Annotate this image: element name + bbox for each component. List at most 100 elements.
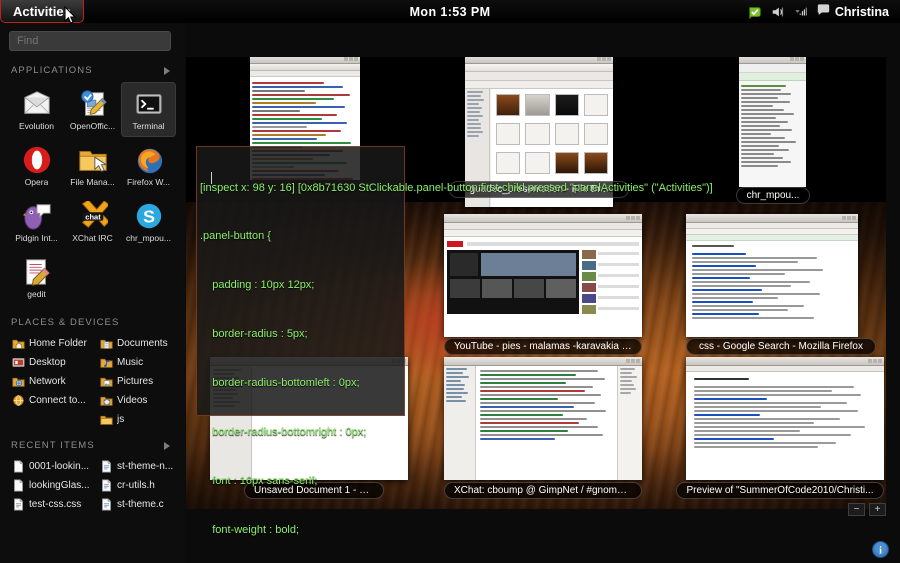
place-item-videos[interactable]: Videos — [97, 391, 183, 409]
app-item-pidgin[interactable]: Pidgin Int... — [9, 194, 64, 249]
place-item-pictures[interactable]: Pictures — [97, 372, 183, 390]
volume-icon[interactable] — [771, 5, 785, 19]
search-input[interactable] — [9, 31, 171, 51]
network-signal-icon[interactable] — [794, 5, 808, 19]
accessibility-ok-icon[interactable] — [748, 5, 762, 19]
chevron-right-icon[interactable] — [164, 66, 170, 75]
home-folder-icon — [12, 339, 25, 349]
place-label: js — [117, 413, 125, 425]
recent-item-3[interactable]: cr-utils.h — [97, 476, 183, 494]
recent-label: st-theme-n... — [117, 460, 174, 472]
places-section-header: PLACES & DEVICES — [11, 317, 174, 328]
app-item-firefox[interactable]: Firefox W... — [121, 138, 176, 193]
app-item-file-manager[interactable]: File Mana... — [65, 138, 120, 193]
place-item-connect-to-server[interactable]: Connect to... — [9, 391, 95, 409]
gnome-shell-overview: guadec_presentation - File Br... chr_mpo… — [0, 0, 900, 563]
window-titlebar — [444, 357, 642, 366]
place-item-empty — [9, 410, 95, 428]
window-titlebar — [686, 357, 884, 366]
place-label: Pictures — [117, 375, 154, 387]
window-caption-3[interactable]: chr_mpou... — [736, 187, 810, 204]
recent-item-2[interactable]: lookingGlas... — [9, 476, 95, 494]
recent-item-5[interactable]: st-theme.c — [97, 495, 183, 513]
skype-icon: S — [136, 203, 161, 228]
window-caption-8[interactable]: Preview of "SummerOfCode2010/Christi... — [676, 482, 884, 499]
workspace-controls: − + — [848, 503, 886, 516]
app-label: Terminal — [132, 120, 165, 131]
code-file-icon — [102, 459, 111, 473]
remove-workspace-button[interactable]: − — [848, 503, 865, 516]
window-thumb-8[interactable] — [686, 357, 884, 480]
svg-text:chat: chat — [85, 212, 101, 221]
user-name: Christina — [834, 4, 889, 19]
app-label: OpenOffic... — [69, 120, 116, 131]
window-thumb-4[interactable] — [444, 214, 642, 337]
app-item-skype[interactable]: S chr_mpou... — [121, 194, 176, 249]
recent-label: st-theme.c — [117, 498, 164, 510]
recent-label: lookingGlas... — [29, 479, 90, 491]
videos-folder-icon — [100, 396, 113, 406]
music-folder-icon — [100, 358, 113, 368]
app-label: Firefox W... — [127, 176, 170, 187]
info-icon[interactable]: i — [872, 541, 889, 558]
place-label: Home Folder — [29, 337, 87, 349]
opera-icon — [23, 146, 50, 173]
place-label: Connect to... — [29, 394, 86, 406]
window-caption-7[interactable]: XChat: cboump @ GimpNet / #gnome-s... — [444, 482, 642, 499]
app-item-openoffice[interactable]: OpenOffic... — [65, 82, 120, 137]
user-menu[interactable]: Christina — [817, 4, 891, 19]
evolution-icon — [23, 90, 50, 114]
window-content — [444, 223, 642, 337]
place-item-documents[interactable]: Documents — [97, 334, 183, 352]
recent-title: RECENT ITEMS — [11, 440, 95, 451]
app-label: chr_mpou... — [126, 232, 171, 243]
app-item-opera[interactable]: Opera — [9, 138, 64, 193]
place-label: Documents — [117, 337, 168, 349]
place-item-home-folder[interactable]: Home Folder — [9, 334, 95, 352]
activities-label: Activities — [13, 3, 71, 19]
chat-bubble-icon — [817, 4, 830, 19]
app-label: Evolution — [19, 120, 54, 131]
recent-item-0[interactable]: 0001-lookin... — [9, 457, 95, 475]
window-titlebar — [250, 57, 360, 64]
window-caption-5[interactable]: css - Google Search - Mozilla Firefox — [686, 338, 876, 355]
activities-button[interactable]: Activities — [0, 0, 84, 23]
add-workspace-button[interactable]: + — [869, 503, 886, 516]
window-content — [739, 64, 806, 187]
place-label: Videos — [117, 394, 148, 406]
recent-item-1[interactable]: st-theme-n... — [97, 457, 183, 475]
firefox-icon — [137, 148, 162, 173]
app-label: XChat IRC — [72, 232, 113, 243]
window-content — [686, 223, 858, 337]
code-file-icon — [102, 478, 111, 492]
app-item-evolution[interactable]: Evolution — [9, 82, 64, 137]
window-thumb-7[interactable] — [444, 357, 642, 480]
app-item-xchat[interactable]: chat XChat IRC — [65, 194, 120, 249]
window-thumb-5[interactable] — [686, 214, 858, 337]
recent-section-header[interactable]: RECENT ITEMS — [11, 440, 174, 451]
place-item-js[interactable]: js — [97, 410, 183, 428]
window-caption-6[interactable]: Unsaved Document 1 - gedit — [244, 482, 384, 499]
top-panel: Activities Mon 1:53 PM Christina — [0, 0, 900, 23]
network-icon — [12, 377, 25, 387]
place-item-desktop[interactable]: Desktop — [9, 353, 95, 371]
applications-section-header[interactable]: APPLICATIONS — [11, 65, 174, 76]
app-label: File Mana... — [70, 176, 115, 187]
window-titlebar — [444, 214, 642, 223]
window-thumb-3[interactable] — [739, 57, 806, 187]
place-item-music[interactable]: Music — [97, 353, 183, 371]
window-titlebar — [739, 57, 806, 64]
window-caption-4[interactable]: YouTube - pies - malamas -karavakia xar.… — [444, 338, 642, 355]
place-item-network[interactable]: Network — [9, 372, 95, 390]
openoffice-icon — [80, 89, 107, 116]
app-item-gedit[interactable]: gedit — [9, 250, 64, 305]
place-label: Desktop — [29, 356, 66, 368]
window-caption-2[interactable]: guadec_presentation - File Br... — [449, 181, 629, 198]
applications-title: APPLICATIONS — [11, 65, 93, 76]
app-item-terminal[interactable]: Terminal — [121, 82, 176, 137]
documents-folder-icon — [100, 339, 113, 349]
chevron-right-icon[interactable] — [164, 441, 170, 450]
recent-label: cr-utils.h — [117, 479, 155, 491]
window-content — [444, 366, 642, 480]
recent-item-4[interactable]: test-css.css — [9, 495, 95, 513]
